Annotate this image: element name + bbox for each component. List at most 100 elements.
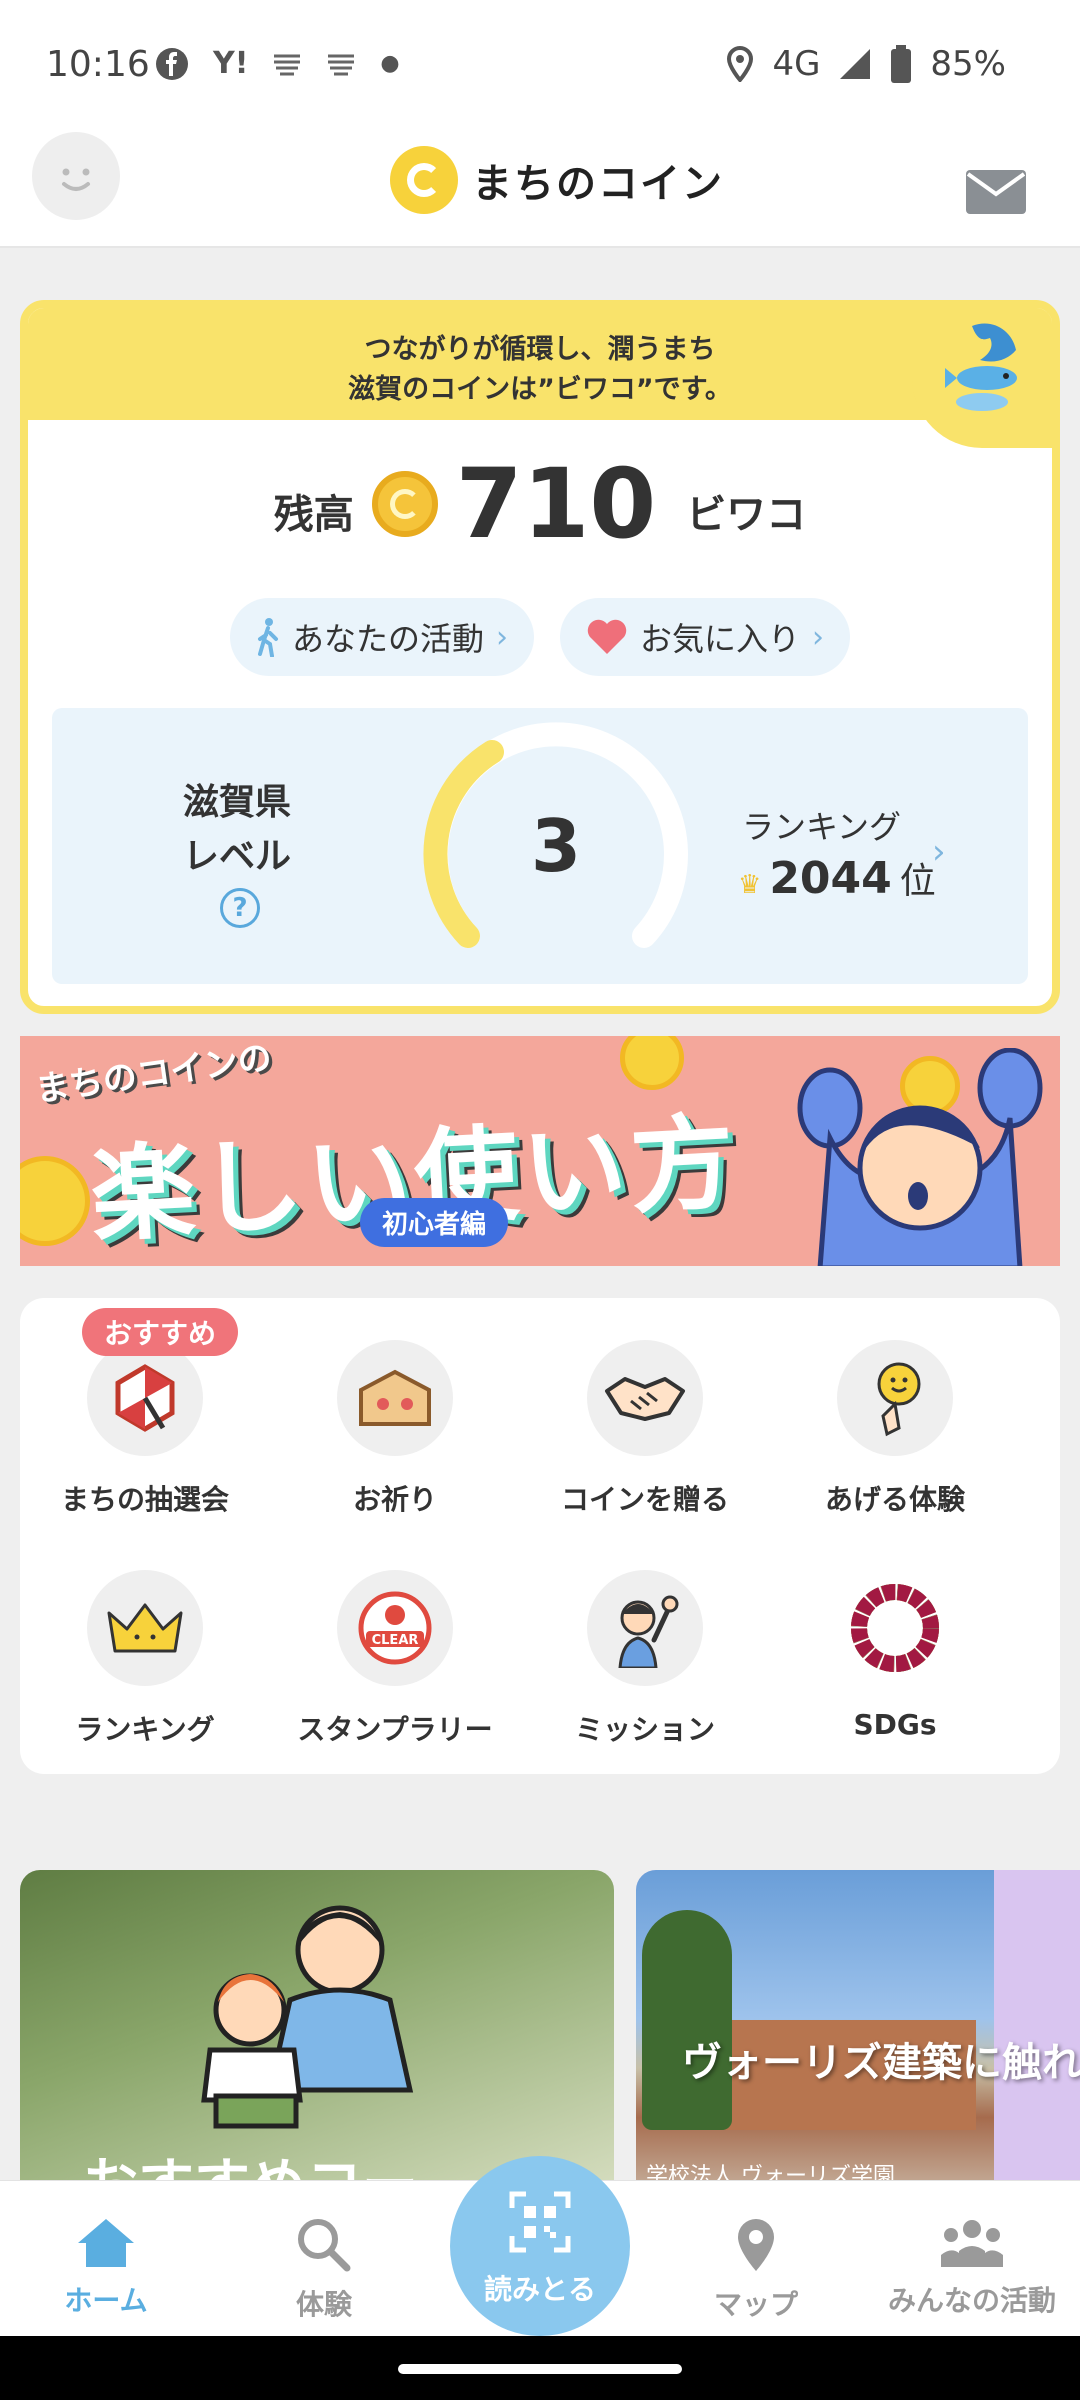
mail-icon[interactable] [966, 170, 1026, 214]
activity-button[interactable]: あなたの活動 › [229, 598, 534, 676]
biwako-fish-badge [912, 308, 1052, 448]
signal-icon [840, 49, 871, 79]
app-header: まちのコイン [0, 118, 1080, 248]
level-label-level: レベル [182, 836, 291, 877]
coin-icon [371, 471, 438, 537]
logo-text: まちのコイン [472, 161, 724, 207]
smiley-icon [62, 168, 90, 191]
level-panel: 滋賀県 レベル ? 3 ランキング ♛ 2044 位 › [52, 708, 1028, 984]
how-to-use-banner[interactable]: まちのコインの 楽しい使い方 初心者編 [20, 1036, 1060, 1266]
menu-label: SDGs [853, 1708, 937, 1741]
handshake-icon [587, 1340, 703, 1456]
coin-decoration-icon [20, 1156, 90, 1246]
chevron-right-icon[interactable]: › [932, 832, 946, 872]
cheering-character-icon [797, 1048, 1043, 1266]
menu-item-mission[interactable]: ミッション [520, 1570, 770, 1748]
coin-logo-icon [390, 146, 458, 214]
ema-icon [337, 1340, 453, 1456]
nav-experience[interactable]: 体験 [224, 2217, 424, 2323]
chevron-right-icon: › [496, 619, 508, 655]
recommend-badge: おすすめ [82, 1308, 239, 1356]
quick-links: あなたの活動 › お気に入り › [28, 598, 1052, 676]
menu-item-prayer[interactable]: お祈り [270, 1340, 520, 1518]
balance-amount: 710 [455, 448, 657, 560]
menu-item-stamp-rally[interactable]: CLEAR スタンプラリー [270, 1570, 520, 1748]
activity-label: あなたの活動 [291, 620, 484, 658]
battery-label: 85% [930, 44, 1006, 84]
balance-card: つながりが循環し、潤うまち 滋賀のコインは”ビワコ”です。 残高 710 ビワコ… [20, 300, 1060, 1014]
level-label-prefecture: 滋賀県 [182, 782, 291, 823]
nav-home-label: ホーム [64, 2284, 148, 2317]
location-icon [727, 46, 754, 82]
svg-text:CLEAR: CLEAR [372, 1633, 419, 1648]
menu-label: あげる体験 [824, 1483, 965, 1516]
fish-icon [945, 323, 1017, 411]
status-bar: 10:16 Y! ● 4G 85% [0, 0, 1080, 130]
nav-home[interactable]: ホーム [6, 2217, 206, 2319]
favorites-button[interactable]: お気に入り › [560, 598, 851, 676]
smile-balloon-icon [837, 1340, 953, 1456]
scan-qr-button[interactable]: 読みとる [450, 2156, 630, 2336]
banner-subtitle: まちのコインの [32, 1037, 275, 1111]
feature-card-recommend[interactable]: おすすめコー [20, 1870, 614, 2200]
ranking-value: 2044 [769, 853, 892, 904]
ranking-row[interactable]: ♛ 2044 位 [738, 852, 936, 904]
ranking-label[interactable]: ランキング [742, 802, 901, 848]
battery-icon [891, 45, 912, 83]
menu-item-lottery[interactable]: まちの抽選会 [20, 1340, 270, 1518]
mission-icon [587, 1570, 703, 1686]
menu-item-give-experience[interactable]: あげる体験 [770, 1340, 1020, 1518]
nav-map[interactable]: マップ [656, 2217, 856, 2323]
map-pin-icon [738, 2219, 774, 2271]
heart-icon [587, 619, 627, 654]
menu-label: スタンプラリー [297, 1713, 493, 1746]
menu-item-ranking[interactable]: ランキング [20, 1570, 270, 1748]
notification-icons: Y! ● [155, 46, 400, 81]
tagline-line-2: 滋賀のコインは”ビワコ”です。 [348, 374, 732, 405]
system-gesture-bar [0, 2336, 1080, 2400]
menu-item-send-coin[interactable]: コインを贈る [520, 1340, 770, 1518]
status-time: 10:16 [46, 44, 150, 85]
app-icon [274, 54, 301, 75]
crown-icon [87, 1570, 203, 1686]
network-label: 4G [772, 44, 821, 84]
profile-avatar-button[interactable] [32, 132, 120, 220]
chevron-right-icon: › [812, 619, 825, 655]
balance-row: 残高 710 ビワコ [28, 448, 1052, 560]
facebook-icon [156, 47, 188, 80]
help-icon[interactable]: ? [220, 888, 260, 928]
menu-grid: おすすめ まちの抽選会 お祈り コインを贈る あげる体験 ランキング CLEAR [20, 1298, 1060, 1774]
walking-icon [257, 618, 278, 657]
yahoo-icon: Y! [213, 46, 249, 81]
menu-label: お祈り [352, 1483, 437, 1516]
qr-code-icon [509, 2191, 571, 2253]
menu-label: ランキング [75, 1713, 215, 1746]
nav-map-label: マップ [713, 2288, 798, 2321]
lottery-icon [87, 1340, 203, 1456]
app-logo: まちのコイン [390, 146, 724, 214]
nav-community[interactable]: みんなの活動 [872, 2217, 1072, 2319]
tagline-line-1: つながりが循環し、潤うまち [364, 334, 716, 365]
home-gesture-handle[interactable] [398, 2364, 682, 2374]
scan-label: 読みとる [483, 2273, 596, 2306]
feature-right-title: ヴォーリズ建築に触れ [682, 2040, 1080, 2086]
feature-card-vories[interactable]: ヴォーリズ建築に触れ 学校法人 ヴォーリズ学園 [636, 1870, 1080, 2200]
ranking-suffix: 位 [899, 861, 936, 902]
status-right: 4G 85% [726, 44, 1006, 84]
home-icon [78, 2219, 134, 2267]
favorites-label: お気に入り [640, 620, 801, 658]
family-illustration-icon [201, 1905, 414, 2129]
app-icon [328, 54, 355, 75]
menu-item-sdgs[interactable]: SDGs [770, 1570, 1020, 1741]
banner-tag: 初心者編 [360, 1198, 509, 1247]
nav-experience-label: 体験 [295, 2288, 352, 2321]
stamp-icon: CLEAR [337, 1570, 453, 1686]
level-label: 滋賀県 レベル [162, 776, 312, 884]
crown-icon: ♛ [738, 870, 762, 900]
menu-label: ミッション [574, 1713, 715, 1746]
dot-icon: ● [380, 51, 400, 76]
balance-label: 残高 [273, 492, 354, 538]
level-value: 3 [530, 804, 582, 888]
sdgs-icon [837, 1570, 953, 1686]
search-icon [298, 2219, 351, 2272]
